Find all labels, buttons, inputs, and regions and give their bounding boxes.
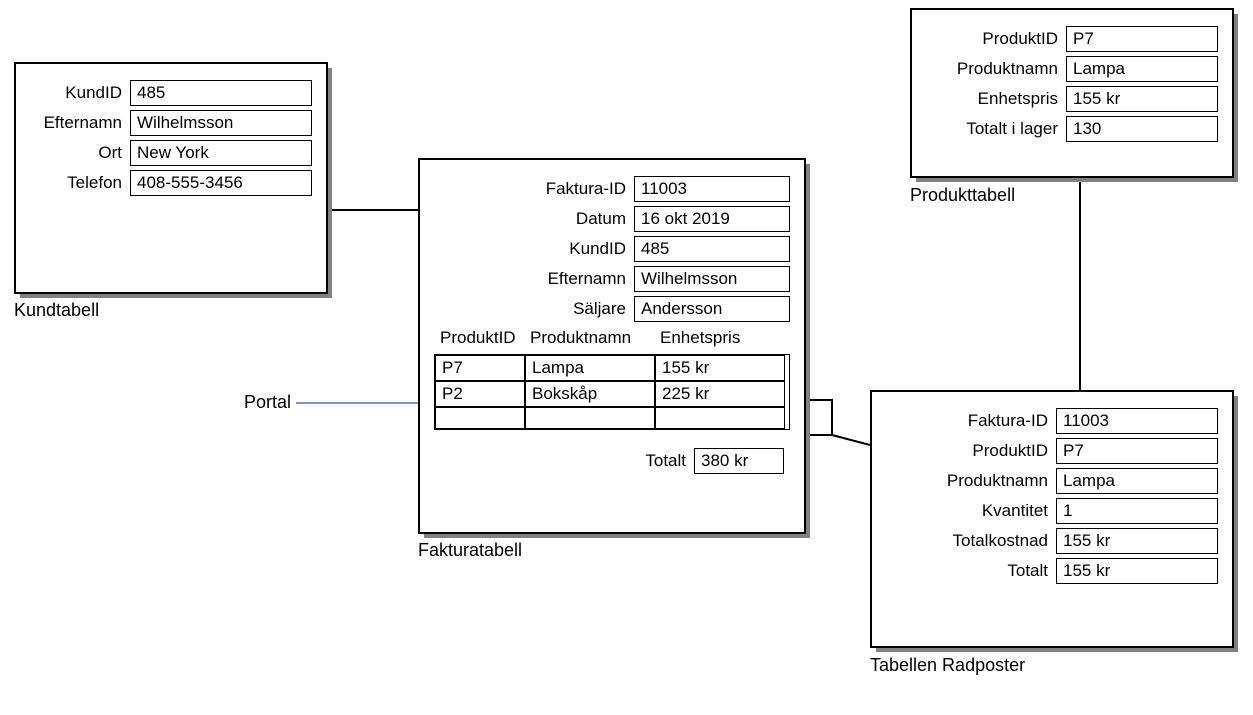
radposter-caption: Tabellen Radposter xyxy=(870,655,1025,676)
label-p-enhetspris: Enhetspris xyxy=(926,89,1066,109)
value-efternamn: Wilhelmsson xyxy=(130,110,312,136)
produkt-row-produktnamn: Produktnamn Lampa xyxy=(926,56,1218,82)
produkt-card: ProduktID P7 Produktnamn Lampa Enhetspri… xyxy=(910,8,1234,178)
faktura-row-saljare: Säljare Andersson xyxy=(434,296,790,322)
value-r-produktnamn: Lampa xyxy=(1056,468,1218,494)
label-telefon: Telefon xyxy=(30,173,130,193)
value-datum: 16 okt 2019 xyxy=(634,206,790,232)
kund-row-kundid: KundID 485 xyxy=(30,80,312,106)
label-r-fakturaid: Faktura-ID xyxy=(886,411,1056,431)
value-p-lager: 130 xyxy=(1066,116,1218,142)
label-r-produktnamn: Produktnamn xyxy=(886,471,1056,491)
radposter-row-totalt: Totalt 155 kr xyxy=(886,558,1218,584)
portal-table: P7 Lampa 155 kr P2 Bokskåp 225 kr xyxy=(434,354,790,430)
value-ort: New York xyxy=(130,140,312,166)
label-efternamn-f: Efternamn xyxy=(434,269,634,289)
value-r-kvantitet: 1 xyxy=(1056,498,1218,524)
label-saljare: Säljare xyxy=(434,299,634,319)
portal-head-enhetspris: Enhetspris xyxy=(654,328,784,348)
label-ort: Ort xyxy=(30,143,130,163)
radposter-row-totalkostnad: Totalkostnad 155 kr xyxy=(886,528,1218,554)
radposter-row-fakturaid: Faktura-ID 11003 xyxy=(886,408,1218,434)
portal-cell-enhetspris xyxy=(655,407,785,429)
portal-cell-produktid xyxy=(435,407,525,429)
faktura-caption: Fakturatabell xyxy=(418,540,522,561)
radposter-row-produktid: ProduktID P7 xyxy=(886,438,1218,464)
value-p-enhetspris: 155 kr xyxy=(1066,86,1218,112)
value-r-totalkostnad: 155 kr xyxy=(1056,528,1218,554)
label-fakturaid: Faktura-ID xyxy=(434,179,634,199)
faktura-row-kundid: KundID 485 xyxy=(434,236,790,262)
portal-annotation: Portal xyxy=(244,392,291,413)
produkt-row-enhetspris: Enhetspris 155 kr xyxy=(926,86,1218,112)
portal-row: P2 Bokskåp 225 kr xyxy=(435,381,789,407)
kund-row-telefon: Telefon 408-555-3456 xyxy=(30,170,312,196)
value-r-fakturaid: 11003 xyxy=(1056,408,1218,434)
label-p-produktnamn: Produktnamn xyxy=(926,59,1066,79)
produkt-caption: Produkttabell xyxy=(910,185,1015,206)
label-r-kvantitet: Kvantitet xyxy=(886,501,1056,521)
faktura-row-datum: Datum 16 okt 2019 xyxy=(434,206,790,232)
kund-row-ort: Ort New York xyxy=(30,140,312,166)
radposter-card: Faktura-ID 11003 ProduktID P7 Produktnam… xyxy=(870,390,1234,648)
value-efternamn-f: Wilhelmsson xyxy=(634,266,790,292)
portal-row: P7 Lampa 155 kr xyxy=(435,355,789,381)
label-totalt: Totalt xyxy=(434,451,694,471)
portal-header: ProduktID Produktnamn Enhetspris xyxy=(434,328,790,348)
value-p-produktnamn: Lampa xyxy=(1066,56,1218,82)
radposter-row-produktnamn: Produktnamn Lampa xyxy=(886,468,1218,494)
produkt-row-lager: Totalt i lager 130 xyxy=(926,116,1218,142)
value-kundid-f: 485 xyxy=(634,236,790,262)
faktura-row-totalt: Totalt 380 kr xyxy=(434,448,790,474)
value-totalt: 380 kr xyxy=(694,448,784,474)
portal-head-produktnamn: Produktnamn xyxy=(524,328,654,348)
faktura-row-fakturaid: Faktura-ID 11003 xyxy=(434,176,790,202)
portal-cell-produktnamn xyxy=(525,407,655,429)
portal-head-produktid: ProduktID xyxy=(434,328,524,348)
faktura-row-efternamn: Efternamn Wilhelmsson xyxy=(434,266,790,292)
label-kundid: KundID xyxy=(30,83,130,103)
value-telefon: 408-555-3456 xyxy=(130,170,312,196)
portal-cell-enhetspris: 155 kr xyxy=(655,355,785,381)
kund-card: KundID 485 Efternamn Wilhelmsson Ort New… xyxy=(14,62,328,294)
radposter-row-kvantitet: Kvantitet 1 xyxy=(886,498,1218,524)
portal-cell-produktid: P7 xyxy=(435,355,525,381)
portal-cell-enhetspris: 225 kr xyxy=(655,381,785,407)
label-r-totalkostnad: Totalkostnad xyxy=(886,531,1056,551)
label-p-lager: Totalt i lager xyxy=(926,119,1066,139)
value-r-produktid: P7 xyxy=(1056,438,1218,464)
faktura-card: Faktura-ID 11003 Datum 16 okt 2019 KundI… xyxy=(418,158,806,534)
kund-row-efternamn: Efternamn Wilhelmsson xyxy=(30,110,312,136)
value-fakturaid: 11003 xyxy=(634,176,790,202)
value-r-totalt: 155 kr xyxy=(1056,558,1218,584)
label-r-totalt: Totalt xyxy=(886,561,1056,581)
kund-caption: Kundtabell xyxy=(14,300,99,321)
value-p-produktid: P7 xyxy=(1066,26,1218,52)
portal-cell-produktnamn: Bokskåp xyxy=(525,381,655,407)
label-r-produktid: ProduktID xyxy=(886,441,1056,461)
label-kundid-f: KundID xyxy=(434,239,634,259)
label-datum: Datum xyxy=(434,209,634,229)
portal-cell-produktid: P2 xyxy=(435,381,525,407)
produkt-row-produktid: ProduktID P7 xyxy=(926,26,1218,52)
label-efternamn: Efternamn xyxy=(30,113,130,133)
portal-row xyxy=(435,407,789,429)
value-saljare: Andersson xyxy=(634,296,790,322)
value-kundid: 485 xyxy=(130,80,312,106)
label-p-produktid: ProduktID xyxy=(926,29,1066,49)
portal-cell-produktnamn: Lampa xyxy=(525,355,655,381)
